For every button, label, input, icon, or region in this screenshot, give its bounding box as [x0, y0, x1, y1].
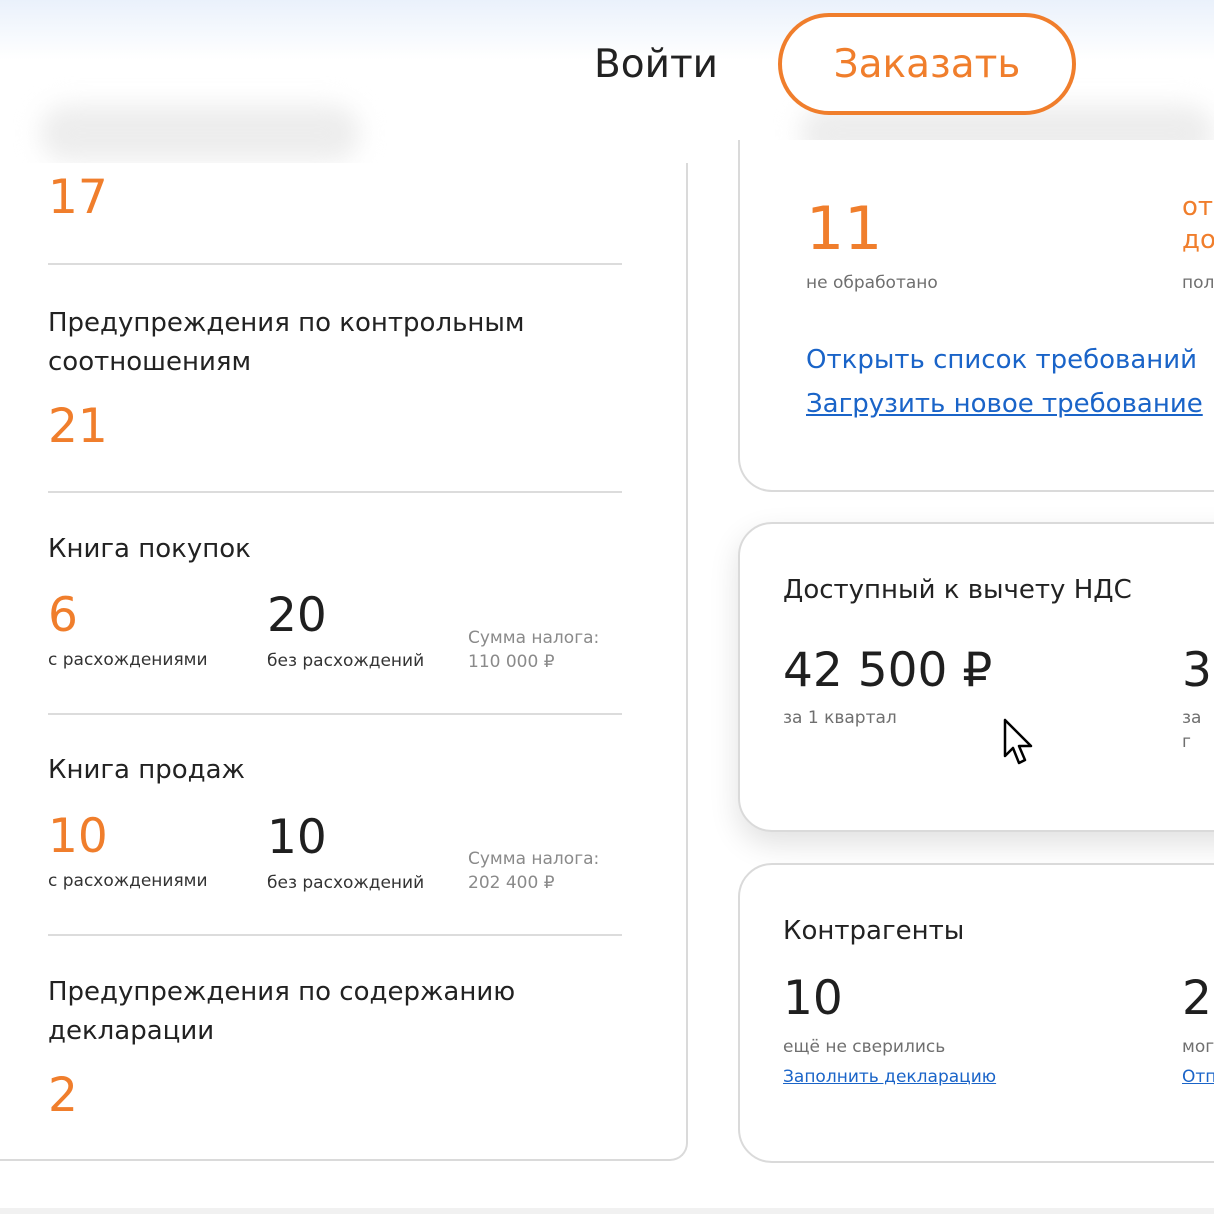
purchase-book-title: Книга покупок: [48, 534, 251, 564]
control-ratio-title: Предупреждения по контрольным соотношени…: [48, 308, 525, 377]
sales-book-title: Книга продаж: [48, 755, 245, 785]
vat-period-2: за г: [1182, 708, 1202, 752]
bottom-divider: [0, 1208, 1214, 1214]
vat-card-title: Доступный к вычету НДС: [783, 575, 1132, 605]
divider: [48, 263, 622, 265]
top-count: 17: [48, 170, 108, 225]
sales-book-nodiff-count: 10: [267, 810, 327, 865]
requests-count: 11: [806, 194, 883, 264]
declaration-content-title: Предупреждения по содержанию декларации: [48, 977, 516, 1046]
login-link[interactable]: Войти: [594, 40, 718, 90]
declaration-content-count: 2: [48, 1068, 78, 1123]
vat-amount: 42 500 ₽: [783, 643, 993, 698]
sales-book-diff-count: 10: [48, 809, 108, 864]
counterparties-link-2[interactable]: Отп: [1182, 1067, 1214, 1087]
purchase-book-nodiff-count: 20: [267, 588, 327, 643]
order-button[interactable]: Заказать: [778, 13, 1076, 115]
sales-book-tax-value: 202 400 ₽: [468, 873, 555, 893]
purchase-book-tax-value: 110 000 ₽: [468, 652, 555, 672]
divider: [48, 491, 622, 493]
requests-count-label: не обработано: [806, 273, 938, 293]
purchase-book-nodiff-label: без расхождений: [267, 651, 425, 671]
sales-book-nodiff-label: без расхождений: [267, 873, 425, 893]
requests-side-text: от: [1182, 192, 1214, 222]
divider: [48, 934, 622, 936]
divider: [48, 713, 622, 715]
sales-book-diff-label: с расхождениями: [48, 871, 208, 891]
vat-period: за 1 квартал: [783, 708, 897, 728]
requests-side-label: пол: [1182, 273, 1214, 293]
open-requests-list-link[interactable]: Открыть список требований: [806, 345, 1197, 375]
counterparties-count: 10: [783, 971, 843, 1026]
vat-amount-2: 3: [1182, 643, 1212, 698]
counterparties-title: Контрагенты: [783, 916, 965, 946]
sales-book-tax-label: Сумма налога:: [468, 849, 600, 869]
purchase-book-diff-count: 6: [48, 588, 78, 643]
counterparties-count-2: 2: [1182, 971, 1212, 1026]
counterparties-count-label: ещё не сверились: [783, 1037, 946, 1057]
mouse-cursor-icon: [1003, 718, 1033, 765]
purchase-book-tax-label: Сумма налога:: [468, 628, 600, 648]
counterparties-count-2-label: мог: [1182, 1037, 1214, 1057]
upload-request-link[interactable]: Загрузить новое требование: [806, 389, 1203, 419]
purchase-book-diff-label: с расхождениями: [48, 650, 208, 670]
fill-declaration-link[interactable]: Заполнить декларацию: [783, 1067, 996, 1087]
control-ratio-count: 21: [48, 399, 108, 454]
blurred-placeholder: [40, 105, 360, 161]
requests-side-text: до: [1182, 225, 1214, 255]
requests-card: [738, 140, 1214, 492]
